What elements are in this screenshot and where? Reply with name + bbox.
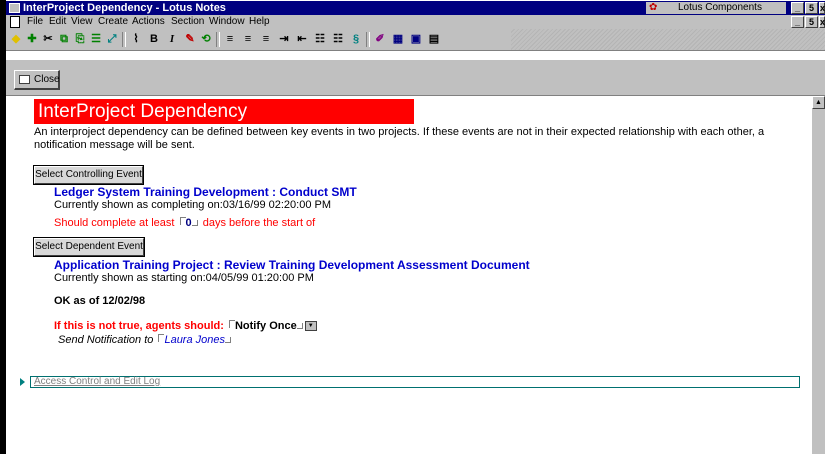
select-dependent-event-button[interactable]: Select Dependent Event [33, 237, 145, 257]
doc-restore-button[interactable]: 5 [805, 16, 818, 28]
dependent-event-status: Currently shown as starting on:04/05/99 … [54, 272, 314, 284]
close-button[interactable]: Close [14, 70, 60, 90]
close-doc-icon [19, 75, 30, 84]
section-title: Access Control and Edit Log [34, 376, 161, 387]
section-twistie-icon[interactable] [20, 378, 25, 386]
number-list-icon[interactable]: ☷ [330, 31, 346, 47]
form-description: An interproject dependency can be define… [34, 126, 765, 151]
access-control-section[interactable]: Access Control and Edit Log [30, 376, 800, 388]
toolbar-separator [366, 32, 370, 47]
menu-actions[interactable]: Actions [132, 16, 165, 28]
menu-bar: File Edit View Create Actions Section Wi… [6, 15, 825, 29]
highlight-icon[interactable]: ✎ [182, 31, 198, 47]
notify-rule: Send Notification to Laura Jones [58, 334, 233, 347]
field-end-marker [191, 220, 198, 226]
window-title: InterProject Dependency - Lotus Notes [23, 2, 226, 14]
action-bar: Close [6, 60, 825, 96]
bold-button[interactable]: B [146, 31, 162, 47]
menu-help[interactable]: Help [249, 16, 270, 28]
toolbar-separator [122, 32, 126, 47]
page-title: InterProject Dependency [34, 99, 414, 124]
menu-window[interactable]: Window [209, 16, 245, 28]
open-database-icon[interactable]: ◆ [8, 31, 24, 47]
align-center-icon[interactable]: ≡ [240, 31, 256, 47]
menu-edit[interactable]: Edit [49, 16, 66, 28]
close-window-button[interactable]: x [819, 2, 825, 14]
link-icon[interactable]: ⤢ [104, 31, 120, 47]
ok-status: OK as of 12/02/98 [54, 295, 146, 307]
styles-icon[interactable]: § [348, 31, 364, 47]
select-controlling-event-button[interactable]: Select Controlling Event [33, 165, 144, 185]
field-end-marker [225, 337, 231, 343]
cut-icon[interactable]: ✂ [40, 31, 56, 47]
copy-icon[interactable]: ⧉ [56, 31, 72, 47]
notify-label: Send Notification to [58, 334, 154, 346]
smarticons-toolbar: ◆ ✚ ✂ ⧉ ⎘ ☰ ⤢ ⌇ B I ✎ ⟲ ≡ ≡ ≡ ⇥ ⇤ ☷ ☷ § … [6, 29, 825, 51]
refresh-icon[interactable]: ⟲ [198, 31, 214, 47]
menu-file[interactable]: File [27, 16, 43, 28]
doc-minimize-button[interactable]: _ [791, 16, 804, 28]
doc-close-button[interactable]: x [819, 16, 825, 28]
notes-app-icon[interactable] [9, 3, 20, 13]
menu-section[interactable]: Section [171, 16, 204, 28]
lotus-components-icon: ✿ [649, 2, 658, 13]
image-icon[interactable]: ▦ [390, 31, 406, 47]
align-left-icon[interactable]: ≡ [222, 31, 238, 47]
rule-prefix: Should complete at least [54, 217, 175, 229]
agent-label: If this is not true, agents should: [54, 320, 224, 332]
rule-suffix: days before the start of [202, 217, 316, 229]
document-icon[interactable] [10, 16, 20, 28]
toolbar-separator [216, 32, 220, 47]
chart-icon[interactable]: ▣ [408, 31, 424, 47]
controlling-event-title: Ledger System Training Development : Con… [54, 185, 357, 199]
pen-icon[interactable]: ✐ [372, 31, 388, 47]
navigate-icon[interactable]: ✚ [24, 31, 40, 47]
controlling-event-status: Currently shown as completing on:03/16/9… [54, 199, 331, 211]
menu-view[interactable]: View [71, 16, 93, 28]
italic-button[interactable]: I [164, 31, 180, 47]
dependency-rule: Should complete at least 0 days before t… [54, 217, 315, 230]
menu-create[interactable]: Create [98, 16, 128, 28]
paste-icon[interactable]: ⎘ [72, 31, 88, 47]
indent-icon[interactable]: ⇥ [276, 31, 292, 47]
minimize-button[interactable]: _ [791, 2, 804, 14]
lotus-components-button[interactable]: ✿ Lotus Components [646, 2, 786, 14]
lotus-components-label: Lotus Components [678, 2, 762, 13]
align-right-icon[interactable]: ≡ [258, 31, 274, 47]
bullet-list-icon[interactable]: ☷ [312, 31, 328, 47]
outdent-icon[interactable]: ⇤ [294, 31, 310, 47]
agent-rule: If this is not true, agents should: Noti… [54, 320, 317, 333]
scroll-up-arrow-icon[interactable]: ▲ [812, 96, 825, 109]
calendar-icon[interactable]: ▤ [426, 31, 442, 47]
close-button-label: Close [34, 74, 60, 85]
toolbar-background [511, 29, 825, 50]
restore-button[interactable]: 5 [805, 2, 818, 14]
dependent-event-title: Application Training Project : Review Tr… [54, 258, 530, 272]
field-end-marker [296, 323, 303, 329]
agent-action-field[interactable]: Notify Once [235, 320, 297, 332]
table-icon[interactable]: ☰ [88, 31, 104, 47]
vertical-scrollbar[interactable] [812, 96, 825, 454]
dropdown-arrow-icon[interactable]: ▼ [304, 321, 317, 332]
notify-recipient-field[interactable]: Laura Jones [164, 334, 225, 346]
title-bar[interactable]: InterProject Dependency - Lotus Notes ✿ … [6, 1, 825, 15]
attach-icon[interactable]: ⌇ [128, 31, 144, 47]
